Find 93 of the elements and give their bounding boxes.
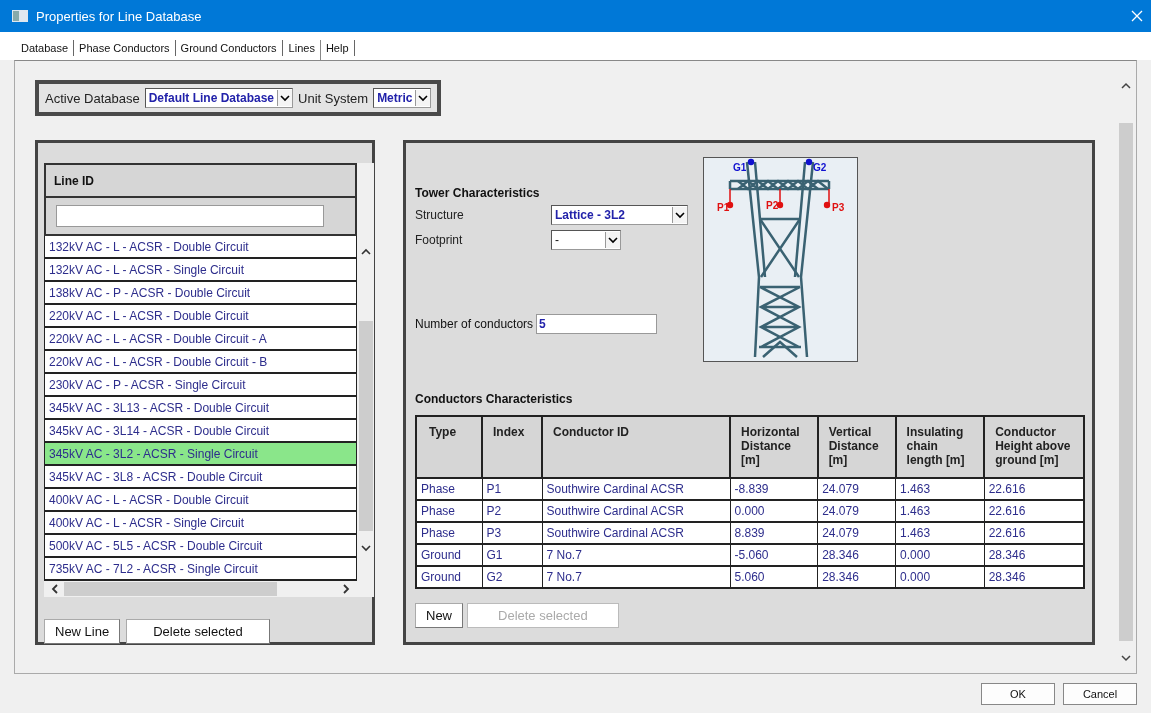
table-cell: 24.079 — [817, 500, 896, 522]
column-header: Line ID — [44, 163, 357, 198]
new-line-button[interactable]: New Line — [44, 619, 121, 644]
line-list-item[interactable]: 500kV AC - 5L5 - ACSR - Double Circuit — [44, 535, 357, 558]
line-list-item[interactable]: 345kV AC - 3L2 - ACSR - Single Circuit — [44, 443, 357, 466]
section-heading: Conductors Characteristics — [415, 392, 574, 406]
conductor-label: G1 — [733, 162, 747, 173]
column-header: Index — [482, 416, 542, 478]
table-cell: P3 — [482, 522, 542, 544]
column-header: Conductor Height above ground [m] — [984, 416, 1084, 478]
tab[interactable]: Ground Conductors — [175, 40, 283, 56]
line-list-item[interactable]: 230kV AC - P - ACSR - Single Circuit — [44, 374, 357, 397]
table-cell: 5.060 — [730, 566, 818, 588]
unit-system-dropdown[interactable]: Metric — [373, 88, 432, 108]
conductor-label: G2 — [813, 162, 827, 173]
conductor-label: P1 — [717, 202, 730, 213]
chevron-left-icon[interactable] — [50, 583, 60, 595]
table-cell: Phase — [416, 500, 482, 522]
filter-field[interactable] — [56, 205, 324, 227]
table-cell: P2 — [482, 500, 542, 522]
table-cell: Phase — [416, 478, 482, 500]
chevron-right-icon[interactable] — [341, 583, 351, 595]
table-cell: Southwire Cardinal ACSR — [542, 500, 730, 522]
table-cell: 1.463 — [895, 478, 985, 500]
table-cell: 28.346 — [817, 566, 896, 588]
chevron-down-icon[interactable] — [1120, 653, 1132, 663]
table-cell: 24.079 — [817, 522, 896, 544]
window-title: Properties for Line Database — [36, 8, 203, 24]
tab[interactable]: Database — [16, 40, 75, 56]
conductor-label: P2 — [766, 200, 779, 211]
column-header: Insulating chain length [m] — [895, 416, 985, 478]
section-heading: Tower Characteristics — [415, 186, 541, 200]
tab[interactable]: Phase Conductors — [74, 40, 176, 56]
table-cell: Southwire Cardinal ACSR — [542, 522, 730, 544]
line-list-item[interactable]: 400kV AC - L - ACSR - Double Circuit — [44, 489, 357, 512]
structure-dropdown[interactable]: Lattice - 3L2 — [551, 205, 688, 225]
table-cell: -8.839 — [730, 478, 818, 500]
table-cell: 0.000 — [730, 500, 818, 522]
chevron-up-icon[interactable] — [359, 247, 372, 257]
table-cell: Ground — [416, 544, 482, 566]
window-icon — [12, 10, 28, 22]
chevron-down-icon[interactable] — [359, 543, 372, 553]
new-button[interactable]: New — [415, 603, 463, 628]
table-cell: Ground — [416, 566, 482, 588]
table-cell: 24.079 — [817, 478, 896, 500]
line-list-item[interactable]: 138kV AC - P - ACSR - Double Circuit — [44, 282, 357, 305]
column-header: Horizontal Distance [m] — [730, 416, 818, 478]
table-cell: Phase — [416, 522, 482, 544]
ok-button[interactable]: OK — [981, 682, 1055, 705]
table-cell: -5.060 — [730, 544, 818, 566]
active-database-dropdown[interactable]: Default Line Database — [144, 88, 294, 108]
table-cell: Southwire Cardinal ACSR — [542, 478, 730, 500]
delete-button[interactable]: Delete selected — [126, 619, 270, 644]
field-label: Number of conductors — [415, 317, 534, 331]
table-cell: G2 — [482, 566, 542, 588]
footprint-dropdown[interactable]: - — [551, 230, 621, 250]
column-header: Vertical Distance [m] — [817, 416, 896, 478]
chevron-down-icon — [277, 90, 293, 106]
field-label: Unit System — [298, 90, 369, 106]
table-cell: 28.346 — [817, 544, 896, 566]
table-cell: 8.839 — [730, 522, 818, 544]
line-list-item[interactable]: 220kV AC - L - ACSR - Double Circuit - B — [44, 351, 357, 374]
conductor-label: P3 — [832, 202, 845, 213]
table-cell: P1 — [482, 478, 542, 500]
table-cell: 7 No.7 — [542, 544, 730, 566]
line-list-item[interactable]: 132kV AC - L - ACSR - Double Circuit — [44, 236, 357, 259]
chevron-down-icon — [605, 232, 620, 248]
close-icon[interactable] — [1131, 10, 1143, 22]
tab[interactable]: Help — [320, 40, 355, 56]
table-cell: 1.463 — [895, 522, 985, 544]
cancel-button[interactable]: Cancel — [1063, 682, 1137, 705]
line-list-item[interactable]: 400kV AC - L - ACSR - Single Circuit — [44, 512, 357, 535]
line-list-item[interactable]: 132kV AC - L - ACSR - Single Circuit — [44, 259, 357, 282]
table-cell: 0.000 — [895, 544, 985, 566]
line-list-item[interactable]: 345kV AC - 3L14 - ACSR - Double Circuit — [44, 420, 357, 443]
field-label: Footprint — [415, 233, 464, 247]
line-list-item[interactable]: 220kV AC - L - ACSR - Double Circuit — [44, 305, 357, 328]
conductor-count-field[interactable]: 5 — [536, 314, 658, 334]
column-header: Type — [416, 416, 482, 478]
table-cell: 7 No.7 — [542, 566, 730, 588]
field-label: Active Database — [45, 90, 140, 106]
line-list-item[interactable]: 220kV AC - L - ACSR - Double Circuit - A — [44, 328, 357, 351]
table-cell: 0.000 — [895, 566, 985, 588]
line-list-item[interactable]: 345kV AC - 3L13 - ACSR - Double Circuit — [44, 397, 357, 420]
table-cell: G1 — [482, 544, 542, 566]
table-cell: 1.463 — [895, 500, 985, 522]
line-list-item[interactable]: 735kV AC - 7L2 - ACSR - Single Circuit — [44, 558, 357, 581]
chevron-down-icon — [672, 207, 687, 223]
column-header: Conductor ID — [542, 416, 730, 478]
chevron-down-icon — [415, 90, 431, 106]
line-list-item[interactable]: 345kV AC - 3L8 - ACSR - Double Circuit — [44, 466, 357, 489]
chevron-up-icon[interactable] — [1120, 81, 1132, 91]
field-label: Structure — [415, 208, 465, 222]
